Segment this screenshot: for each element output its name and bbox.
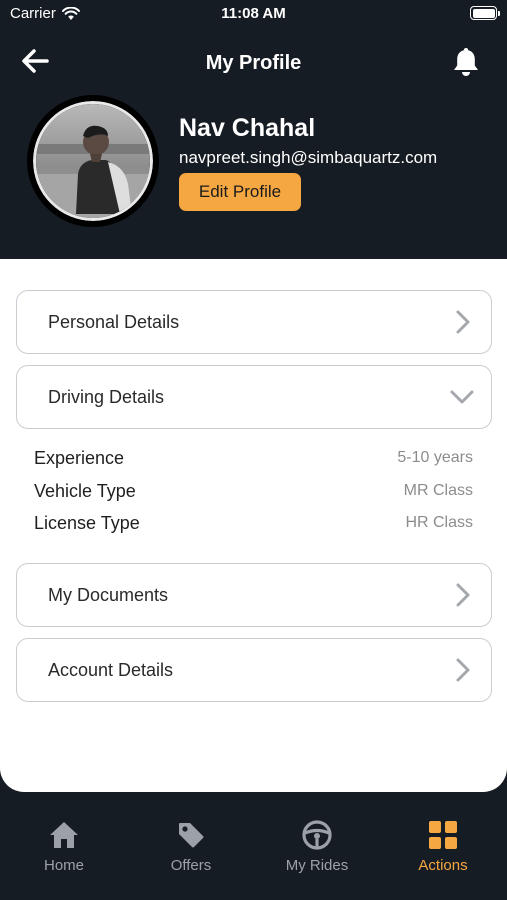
- tab-label: My Rides: [285, 857, 349, 874]
- detail-vehicle-type: Vehicle Type MR Class: [34, 478, 473, 504]
- driving-details-row[interactable]: Driving Details: [16, 365, 492, 429]
- user-name: Nav Chahal: [179, 114, 316, 142]
- grid-icon: [426, 818, 460, 852]
- my-documents-label: My Documents: [48, 584, 169, 605]
- personal-details-row[interactable]: Personal Details: [16, 290, 492, 354]
- chevron-right-icon: [456, 583, 470, 607]
- detail-key: Experience: [34, 447, 125, 468]
- chevron-right-icon: [456, 310, 470, 334]
- my-documents-row[interactable]: My Documents: [16, 563, 492, 627]
- personal-details-label: Personal Details: [48, 311, 180, 332]
- status-bar: Carrier 11:08 AM: [0, 0, 507, 30]
- tab-actions[interactable]: Actions: [393, 818, 493, 878]
- arrow-left-icon: [22, 49, 49, 73]
- header: My Profile: [0, 30, 507, 100]
- tab-label: Actions: [418, 857, 468, 874]
- battery-icon: [470, 6, 500, 20]
- steering-wheel-icon: [300, 818, 334, 852]
- detail-experience: Experience 5-10 years: [34, 445, 473, 471]
- detail-value: MR Class: [403, 482, 473, 499]
- tab-bar: Home Offers My Rides Actions: [0, 792, 507, 900]
- user-email: navpreet.singh@simbaquartz.com: [179, 148, 438, 167]
- back-button[interactable]: [20, 48, 56, 78]
- detail-key: License Type: [34, 512, 140, 533]
- edit-profile-button[interactable]: Edit Profile: [179, 173, 301, 211]
- account-details-row[interactable]: Account Details: [16, 638, 492, 702]
- status-time: 11:08 AM: [221, 5, 286, 22]
- home-icon: [47, 818, 81, 852]
- tag-icon: [174, 818, 208, 852]
- avatar: [27, 95, 159, 227]
- detail-license-type: License Type HR Class: [34, 510, 473, 536]
- account-details-label: Account Details: [48, 659, 174, 680]
- tab-home[interactable]: Home: [14, 818, 114, 878]
- tab-my-rides[interactable]: My Rides: [267, 818, 367, 878]
- chevron-right-icon: [456, 658, 470, 682]
- chevron-down-icon: [450, 390, 474, 404]
- bell-icon: [454, 48, 478, 76]
- detail-value: 5-10 years: [397, 449, 473, 466]
- detail-value: HR Class: [405, 514, 473, 531]
- notification-button[interactable]: [451, 46, 485, 80]
- page-title: My Profile: [205, 52, 302, 74]
- tab-label: Home: [43, 857, 84, 874]
- tab-offers[interactable]: Offers: [141, 818, 241, 878]
- profile-sections: Personal Details Driving Details Experie…: [0, 259, 507, 792]
- driving-details-label: Driving Details: [48, 386, 165, 407]
- detail-key: Vehicle Type: [34, 480, 136, 501]
- profile-photo: [36, 104, 150, 218]
- tab-label: Offers: [170, 857, 212, 874]
